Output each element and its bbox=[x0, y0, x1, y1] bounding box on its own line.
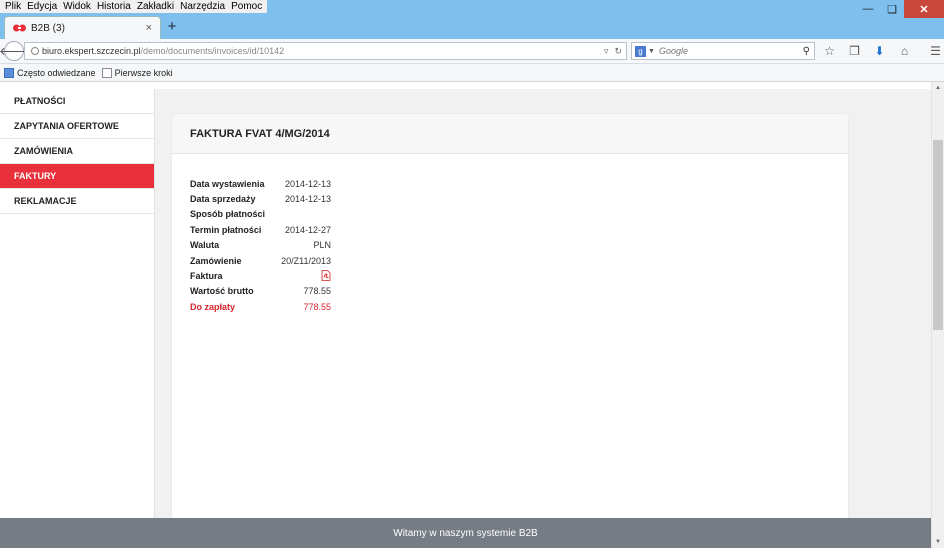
detail-value: 778.55 bbox=[303, 286, 331, 297]
scroll-down-icon[interactable]: ▼ bbox=[932, 536, 944, 548]
detail-row: Data sprzedaży 2014-12-13 bbox=[190, 191, 331, 206]
invoice-details: Data wystawienia 2014-12-13 Data sprzeda… bbox=[190, 176, 331, 315]
sidebar-item-reklamacje[interactable]: REKLAMACJE bbox=[0, 189, 154, 214]
tab-title: B2B (3) bbox=[31, 22, 65, 34]
bookmark-label: Pierwsze kroki bbox=[114, 67, 173, 78]
dropdown-arrow-icon[interactable]: ▿ bbox=[604, 46, 609, 57]
menu-item-pomoc[interactable]: Pomoc bbox=[228, 0, 265, 13]
tab-close-icon[interactable]: × bbox=[146, 22, 152, 34]
bookmarks-bar: Często odwiedzane Pierwsze kroki bbox=[0, 64, 944, 82]
detail-label: Termin płatności bbox=[190, 224, 262, 235]
scroll-up-icon[interactable]: ▲ bbox=[932, 82, 944, 94]
search-input[interactable] bbox=[658, 46, 803, 56]
menu-item-widok[interactable]: Widok bbox=[60, 0, 94, 13]
page-icon bbox=[101, 67, 112, 78]
toolbar-icons: ☆ ❐ ⬇ ⌂ ☰ bbox=[822, 42, 943, 60]
back-button[interactable]: 🡐 bbox=[0, 41, 29, 61]
search-bar: g ▼ ⚲ bbox=[631, 42, 815, 60]
detail-row: Wartość brutto 778.55 bbox=[190, 284, 331, 299]
detail-row: Termin płatności 2014-12-27 bbox=[190, 222, 331, 237]
menu-item-zakladki[interactable]: Zakładki bbox=[134, 0, 177, 13]
url-domain: biuro.ekspert.szczecin.pl bbox=[42, 46, 141, 56]
bookmark-star-icon[interactable]: ☆ bbox=[822, 42, 837, 60]
download-icon[interactable]: ⬇ bbox=[872, 42, 887, 60]
detail-value bbox=[278, 269, 331, 283]
browser-window: Plik Edycja Widok Historia Zakładki Narz… bbox=[0, 0, 944, 548]
hamburger-menu-icon[interactable]: ☰ bbox=[928, 42, 943, 60]
detail-label: Data sprzedaży bbox=[190, 194, 256, 205]
footer-text: Witamy w naszym systemie B2B bbox=[393, 527, 538, 539]
sidebar-item-faktury[interactable]: FAKTURY bbox=[0, 164, 154, 189]
navigation-bar: 🡐 biuro.ekspert.szczecin.pl/demo/documen… bbox=[0, 39, 944, 64]
bookmark-label: Często odwiedzane bbox=[17, 67, 96, 78]
sidebar-item-platnosci[interactable]: PŁATNOŚCI bbox=[0, 89, 154, 114]
bookmark-getting-started[interactable]: Pierwsze kroki bbox=[101, 67, 173, 78]
reload-icon[interactable]: ↻ bbox=[614, 46, 622, 57]
minimize-icon[interactable]: — bbox=[856, 0, 880, 18]
bookmark-folder-icon bbox=[4, 67, 14, 78]
bookmark-most-visited[interactable]: Często odwiedzane bbox=[4, 67, 96, 78]
favicon-icon bbox=[13, 24, 26, 32]
invoice-panel: FAKTURA FVAT 4/MG/2014 Data wystawienia … bbox=[172, 114, 848, 518]
close-window-icon[interactable]: ✕ bbox=[904, 0, 944, 18]
browser-tab[interactable]: B2B (3) × bbox=[4, 16, 161, 39]
menu-item-narzedzia[interactable]: Narzędzia bbox=[177, 0, 228, 13]
search-icon[interactable]: ⚲ bbox=[803, 46, 814, 57]
detail-value: 2014-12-13 bbox=[284, 194, 331, 205]
sidebar-item-zapytania-ofertowe[interactable]: ZAPYTANIA OFERTOWE bbox=[0, 114, 154, 139]
detail-label: Wartość brutto bbox=[190, 286, 254, 297]
detail-label: Zamówienie bbox=[190, 255, 242, 266]
detail-label: Waluta bbox=[190, 240, 220, 251]
detail-value: 20/Z11/2013 bbox=[281, 255, 331, 266]
detail-value: PLN bbox=[313, 240, 331, 251]
detail-label: Data wystawienia bbox=[190, 178, 265, 189]
detail-row: Faktura bbox=[190, 268, 331, 283]
detail-value: 2014-12-13 bbox=[284, 178, 331, 189]
google-icon[interactable]: g bbox=[635, 45, 646, 57]
sidebar: PŁATNOŚCI ZAPYTANIA OFERTOWE ZAMÓWIENIA … bbox=[0, 89, 155, 518]
page-title: FAKTURA FVAT 4/MG/2014 bbox=[172, 114, 848, 154]
vertical-scrollbar[interactable]: ▲ ▼ bbox=[931, 82, 944, 548]
search-engine-dropdown-icon[interactable]: ▼ bbox=[648, 48, 655, 55]
clipboard-icon[interactable]: ❐ bbox=[847, 42, 862, 60]
pdf-icon[interactable] bbox=[321, 269, 331, 281]
detail-label: Faktura bbox=[190, 271, 223, 282]
detail-row: Sposób płatności bbox=[190, 207, 331, 222]
menu-item-edycja[interactable]: Edycja bbox=[24, 0, 60, 13]
page-content: PŁATNOŚCI ZAPYTANIA OFERTOWE ZAMÓWIENIA … bbox=[0, 89, 931, 518]
detail-label: Do zapłaty bbox=[190, 301, 236, 312]
url-path: /demo/documents/invoices/id/10142 bbox=[140, 46, 285, 56]
globe-icon bbox=[31, 47, 39, 55]
url-bar[interactable]: biuro.ekspert.szczecin.pl/demo/documents… bbox=[24, 42, 627, 60]
home-icon[interactable]: ⌂ bbox=[897, 42, 912, 60]
footer: Witamy w naszym systemie B2B bbox=[0, 518, 931, 548]
menu-item-plik[interactable]: Plik bbox=[2, 0, 24, 13]
detail-row-amount-due: Do zapłaty 778.55 bbox=[190, 299, 331, 314]
detail-row: Waluta PLN bbox=[190, 238, 331, 253]
menu-item-historia[interactable]: Historia bbox=[94, 0, 134, 13]
maximize-icon[interactable]: ❏ bbox=[880, 0, 904, 18]
menu-bar: Plik Edycja Widok Historia Zakładki Narz… bbox=[0, 0, 268, 13]
title-bar: Plik Edycja Widok Historia Zakładki Narz… bbox=[0, 0, 944, 39]
scrollbar-thumb[interactable] bbox=[933, 140, 943, 330]
sidebar-item-zamowienia[interactable]: ZAMÓWIENIA bbox=[0, 139, 154, 164]
detail-row: Data wystawienia 2014-12-13 bbox=[190, 176, 331, 191]
detail-label: Sposób płatności bbox=[190, 209, 266, 220]
window-controls: — ❏ ✕ bbox=[856, 0, 944, 18]
new-tab-button[interactable]: + bbox=[164, 18, 180, 35]
detail-row: Zamówienie 20/Z11/2013 bbox=[190, 253, 331, 268]
detail-value: 2014-12-27 bbox=[284, 224, 331, 235]
detail-value: 778.55 bbox=[303, 301, 331, 312]
